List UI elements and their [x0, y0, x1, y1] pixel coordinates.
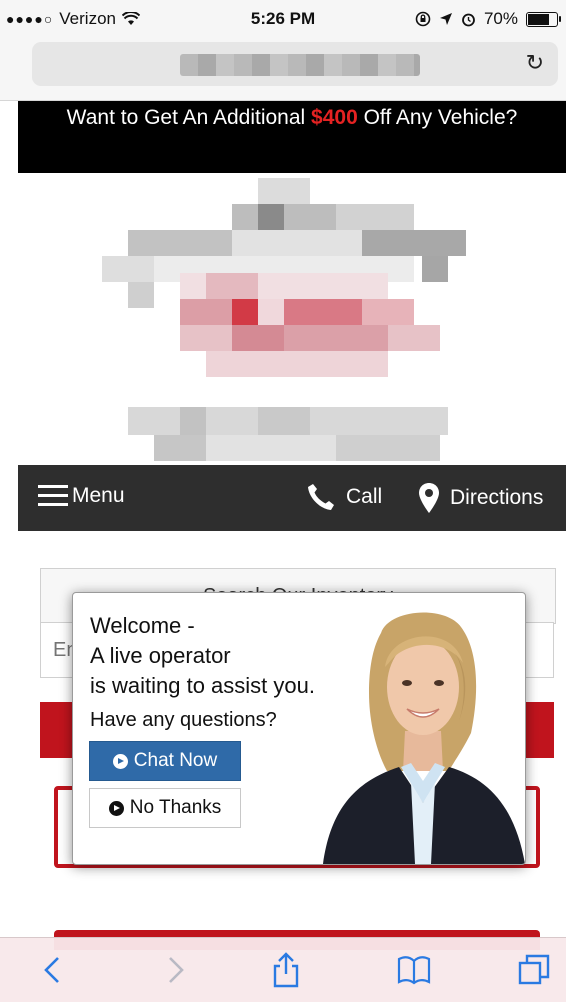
promo-amount: $400 [311, 106, 358, 129]
battery-percent: 70% [483, 9, 518, 28]
chat-operator-photo [323, 612, 525, 864]
play-circle-icon [108, 800, 124, 816]
call-button[interactable]: Call [306, 482, 382, 512]
map-pin-icon [419, 483, 439, 513]
share-icon[interactable] [268, 952, 304, 988]
reload-icon[interactable]: ↻ [526, 50, 544, 76]
location-arrow-icon [439, 13, 452, 25]
chat-welcome-line-1: Welcome - [90, 613, 195, 638]
promo-text-start: Want to Get An Additional [66, 106, 312, 129]
live-chat-popup: Welcome - A live operator is waiting to … [72, 592, 526, 865]
directions-button[interactable]: Directions [418, 482, 543, 514]
no-thanks-label: No Thanks [129, 797, 222, 818]
menu-label: Menu [72, 484, 125, 507]
orientation-lock-icon [415, 11, 431, 27]
address-bar[interactable]: ↻ [32, 42, 558, 86]
status-bar: ●●●●○ Verizon 5:26 PM 70% [0, 0, 566, 36]
back-chevron-icon[interactable] [36, 952, 72, 988]
promo-banner[interactable]: Want to Get An Additional $400 Off Any V… [18, 101, 566, 173]
browser-toolbar [0, 937, 566, 1002]
browser-chrome: ↻ [0, 36, 566, 101]
blurred-url [180, 54, 420, 76]
chat-now-button[interactable]: Chat Now [89, 741, 241, 781]
phone-icon [308, 484, 334, 510]
play-circle-icon [112, 753, 128, 769]
directions-label: Directions [450, 486, 544, 509]
hamburger-icon [38, 485, 68, 507]
chat-welcome-line-2: A live operator [90, 643, 231, 668]
call-label: Call [346, 485, 383, 508]
promo-text-end: Off Any Vehicle? [357, 106, 518, 129]
battery-icon [526, 11, 561, 27]
chat-question: Have any questions? [90, 709, 277, 731]
blurred-dealer-logo[interactable] [18, 173, 566, 465]
chat-welcome-line-3: is waiting to assist you. [90, 673, 315, 698]
menu-button[interactable]: Menu [38, 484, 125, 508]
chat-now-label: Chat Now [133, 750, 218, 771]
forward-chevron-icon[interactable] [156, 952, 192, 988]
tabs-icon[interactable] [516, 952, 552, 988]
bookmarks-icon[interactable] [396, 952, 432, 988]
no-thanks-button[interactable]: No Thanks [89, 788, 241, 828]
chat-welcome-text: Welcome - A live operator is waiting to … [90, 611, 315, 701]
alarm-icon [462, 13, 475, 26]
nav-bar: Menu Call Directions [18, 465, 566, 531]
